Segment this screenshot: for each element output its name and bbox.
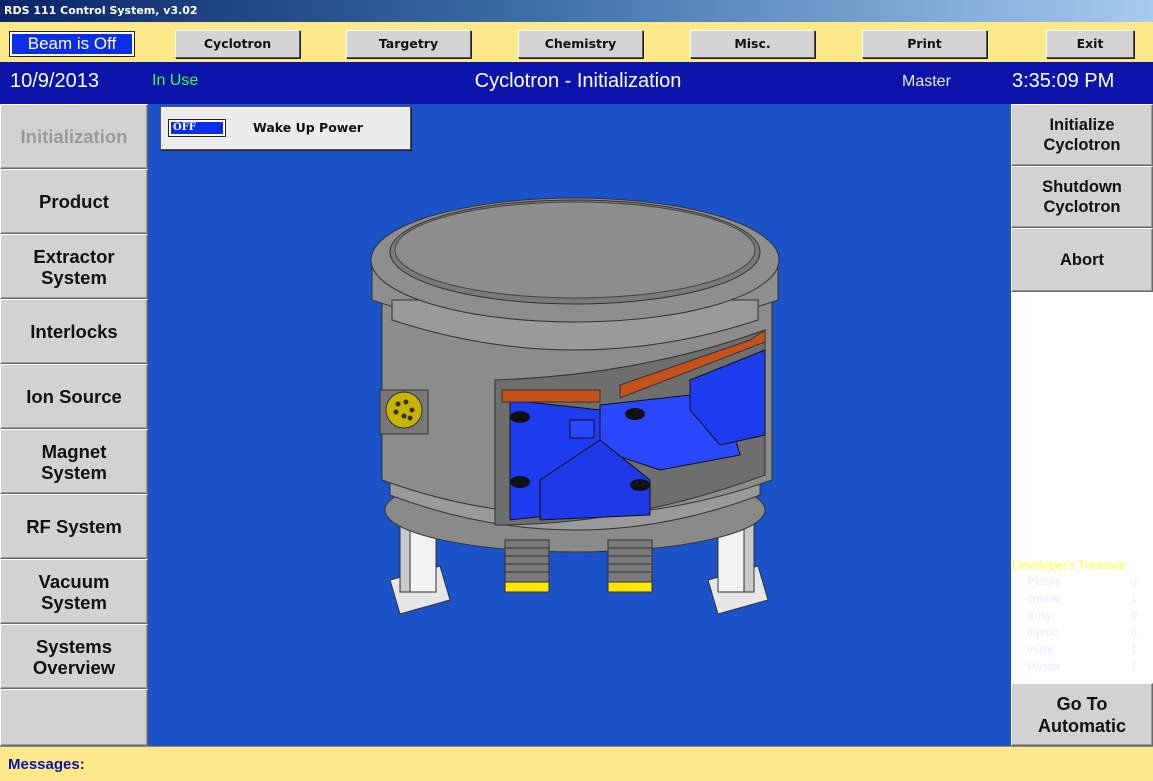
status-clock: 3:35:09 PM bbox=[1012, 70, 1115, 92]
nav-magnet-system[interactable]: Magnet System bbox=[0, 429, 148, 494]
dt-value: 1 bbox=[1130, 661, 1137, 673]
window-title: RDS 111 Control System, v3.02 bbox=[0, 0, 1153, 22]
wake-up-power-panel: OFF Wake Up Power bbox=[160, 106, 411, 150]
use-state-indicator: In Use bbox=[152, 72, 199, 89]
developer-treasure-panel: Developer's Treasure Picture 0 omode 1 Bus… bbox=[1011, 558, 1153, 678]
dt-key: omode bbox=[1027, 593, 1061, 605]
exit-button[interactable]: Exit bbox=[1046, 30, 1134, 58]
action-label: Abort bbox=[1060, 251, 1104, 269]
nav-label: Interlocks bbox=[30, 321, 118, 342]
beam-status-indicator: Beam is Off bbox=[9, 31, 135, 57]
developer-treasure-title: Developer's Treasure bbox=[1012, 558, 1126, 572]
nav-label: Extractor System bbox=[33, 245, 115, 288]
nav-interlocks[interactable]: Interlocks bbox=[0, 299, 148, 364]
nav-label: Vacuum System bbox=[38, 570, 110, 613]
shutdown-cyclotron-button[interactable]: Shutdown Cyclotron bbox=[1011, 166, 1153, 228]
nav-label: Systems Overview bbox=[32, 635, 116, 678]
messages-label: Messages: bbox=[8, 756, 85, 773]
wake-up-power-label: Wake Up Power bbox=[253, 120, 363, 135]
go-to-automatic-button[interactable]: Go To Automatic bbox=[1011, 683, 1153, 746]
nav-label: Ion Source bbox=[26, 386, 122, 407]
action-label: Shutdown Cyclotron bbox=[1042, 178, 1122, 216]
misc-button[interactable]: Misc. bbox=[690, 30, 815, 58]
nav-extractor-system[interactable]: Extractor System bbox=[0, 234, 148, 299]
dt-key: Inproc bbox=[1027, 627, 1058, 639]
nav-label: RF System bbox=[26, 516, 122, 537]
wake-up-power-toggle[interactable]: OFF bbox=[168, 119, 226, 137]
nav-label: Initialization bbox=[20, 126, 128, 147]
nav-systems-overview[interactable]: Systems Overview bbox=[0, 624, 148, 689]
nav-vacuum-system[interactable]: Vacuum System bbox=[0, 559, 148, 624]
role-indicator: Master bbox=[902, 73, 951, 90]
nav-rf-system[interactable]: RF System bbox=[0, 494, 148, 559]
dt-value: 1 bbox=[1130, 644, 1137, 656]
nav-product[interactable]: Product bbox=[0, 169, 148, 234]
cyclotron-illustration bbox=[370, 197, 780, 615]
nav-ion-source[interactable]: Ion Source bbox=[0, 364, 148, 429]
top-toolbar: Beam is Off Cyclotron Targetry Chemistry… bbox=[0, 22, 1153, 62]
status-bar: 10/9/2013 In Use Cyclotron - Initializat… bbox=[0, 62, 1153, 104]
chemistry-button[interactable]: Chemistry bbox=[518, 30, 643, 58]
targetry-button[interactable]: Targetry bbox=[346, 30, 471, 58]
dt-value: 0 bbox=[1130, 610, 1137, 622]
action-label: Initialize Cyclotron bbox=[1043, 116, 1121, 154]
dt-value: 1 bbox=[1130, 593, 1137, 605]
dt-value: 0 bbox=[1130, 627, 1137, 639]
nav-label: Product bbox=[39, 191, 109, 212]
messages-bar: Messages: bbox=[0, 746, 1153, 781]
status-date: 10/9/2013 bbox=[10, 70, 99, 92]
dt-key: Busy bbox=[1027, 610, 1052, 622]
print-button[interactable]: Print bbox=[862, 30, 987, 58]
dt-key: Master bbox=[1027, 661, 1061, 673]
nav-initialization[interactable]: Initialization bbox=[0, 104, 148, 169]
page-title: Cyclotron - Initialization bbox=[474, 70, 682, 92]
dt-key: Picture bbox=[1027, 576, 1062, 588]
dt-key: Inuse bbox=[1027, 644, 1054, 656]
dt-value: 0 bbox=[1130, 576, 1137, 588]
connector-icon bbox=[379, 389, 429, 435]
abort-button[interactable]: Abort bbox=[1011, 228, 1153, 292]
nav-empty-slot bbox=[0, 689, 148, 746]
action-label: Go To Automatic bbox=[1037, 693, 1126, 736]
initialize-cyclotron-button[interactable]: Initialize Cyclotron bbox=[1011, 104, 1153, 166]
nav-label: Magnet System bbox=[41, 440, 107, 483]
toggle-state: OFF bbox=[171, 122, 223, 134]
cyclotron-button[interactable]: Cyclotron bbox=[175, 30, 300, 58]
